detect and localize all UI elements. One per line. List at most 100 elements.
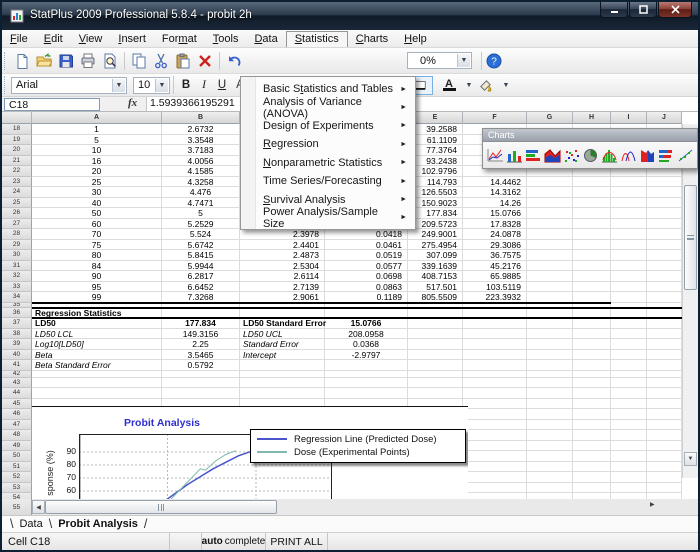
cell[interactable] — [463, 371, 527, 378]
delete-button[interactable] — [194, 51, 216, 71]
cell[interactable] — [463, 339, 527, 350]
cell[interactable] — [647, 441, 682, 452]
cell[interactable] — [573, 261, 611, 272]
sheet-tab-data[interactable]: Data — [15, 518, 46, 530]
cell[interactable]: 39.2588 — [408, 124, 463, 135]
row-header[interactable]: 26 — [2, 208, 32, 219]
cell[interactable] — [325, 388, 408, 399]
cell[interactable]: 10 — [32, 145, 162, 156]
cell[interactable]: 5.9944 — [162, 261, 240, 272]
bar-chart-icon[interactable] — [524, 147, 543, 164]
cell[interactable] — [611, 229, 647, 240]
cell[interactable] — [527, 271, 573, 282]
menu-insert[interactable]: Insert — [110, 32, 154, 46]
cell[interactable] — [32, 371, 162, 378]
scroll-right-arrow[interactable]: ▶ — [650, 501, 655, 508]
cell[interactable] — [240, 371, 325, 378]
menu-item-analysis-of-variance-anova-[interactable]: Analysis of Variance (ANOVA)► — [241, 98, 415, 116]
menu-item-time-series-forecasting[interactable]: Time Series/Forecasting► — [241, 172, 415, 190]
autocomplete-toggle[interactable]: autocomplete — [202, 533, 266, 550]
cell[interactable] — [611, 187, 647, 198]
new-button[interactable] — [11, 51, 33, 71]
cell[interactable] — [527, 360, 573, 371]
cell[interactable] — [611, 360, 647, 371]
row-header[interactable]: 45 — [2, 399, 32, 410]
cell[interactable] — [325, 360, 408, 371]
cell[interactable] — [408, 371, 463, 378]
cell[interactable]: 177.834 — [408, 208, 463, 219]
cell[interactable]: 2.4401 — [240, 240, 325, 251]
row-header[interactable]: 51 — [2, 462, 32, 473]
select-all-corner[interactable] — [2, 112, 32, 124]
cell[interactable] — [611, 240, 647, 251]
cell[interactable] — [647, 371, 682, 378]
scroll-left-arrow[interactable]: ◀ — [32, 500, 45, 514]
cell[interactable]: 50 — [32, 208, 162, 219]
cell[interactable] — [573, 229, 611, 240]
scatter-line-chart-icon[interactable] — [676, 147, 695, 164]
print-mode-toggle[interactable]: PRINT ALL — [266, 533, 328, 550]
cell[interactable]: 36.7575 — [463, 250, 527, 261]
cell[interactable] — [527, 388, 573, 399]
cell[interactable]: 126.5503 — [408, 187, 463, 198]
cell[interactable] — [573, 409, 611, 420]
cell[interactable] — [527, 229, 573, 240]
row-header[interactable]: 20 — [2, 145, 32, 156]
cell[interactable] — [647, 472, 682, 483]
italic-button[interactable]: I — [195, 76, 213, 95]
cell[interactable] — [573, 208, 611, 219]
cell[interactable] — [573, 219, 611, 230]
cell[interactable] — [527, 282, 573, 293]
cell[interactable] — [573, 420, 611, 431]
cell[interactable]: 30 — [32, 187, 162, 198]
menu-edit[interactable]: Edit — [36, 32, 71, 46]
cell[interactable]: 65.9885 — [463, 271, 527, 282]
menu-charts[interactable]: Charts — [348, 32, 396, 46]
cell[interactable]: 339.1639 — [408, 261, 463, 272]
filled-area-chart-icon[interactable] — [638, 147, 657, 164]
cell[interactable] — [408, 388, 463, 399]
cell[interactable]: 60 — [32, 219, 162, 230]
cell[interactable] — [611, 399, 647, 410]
cell[interactable] — [527, 378, 573, 389]
vertical-scrollbar[interactable]: ▼ — [682, 124, 698, 478]
curve-chart-icon[interactable] — [619, 147, 638, 164]
cell[interactable]: 0.0368 — [325, 339, 408, 350]
cell[interactable]: LD50 UCL — [240, 329, 325, 340]
cell[interactable] — [463, 399, 527, 410]
cell[interactable] — [527, 483, 573, 494]
cell[interactable] — [463, 483, 527, 494]
cell[interactable]: 1 — [32, 124, 162, 135]
row-header[interactable]: 23 — [2, 177, 32, 188]
cell[interactable] — [611, 318, 647, 329]
cell[interactable] — [240, 378, 325, 389]
cell[interactable]: 45.2176 — [463, 261, 527, 272]
column-header-G[interactable]: G — [527, 112, 573, 124]
cell[interactable] — [162, 371, 240, 378]
row-header[interactable]: 32 — [2, 271, 32, 282]
cell[interactable]: 75 — [32, 240, 162, 251]
row-header[interactable]: 25 — [2, 198, 32, 209]
cell[interactable] — [32, 378, 162, 389]
cell[interactable]: -2.9797 — [325, 350, 408, 361]
cell[interactable]: 4.1585 — [162, 166, 240, 177]
cell[interactable] — [647, 483, 682, 494]
cell[interactable] — [611, 329, 647, 340]
cell[interactable]: 2.6114 — [240, 271, 325, 282]
cell[interactable]: 2.4873 — [240, 250, 325, 261]
row-header[interactable]: 44 — [2, 388, 32, 399]
column-header-H[interactable]: H — [573, 112, 611, 124]
cell[interactable] — [527, 472, 573, 483]
font-size-select[interactable]: 10 ▼ — [133, 77, 170, 94]
histogram-chart-icon[interactable] — [600, 147, 619, 164]
bold-button[interactable]: B — [177, 76, 195, 95]
cell[interactable]: 0.0461 — [325, 240, 408, 251]
cell[interactable] — [573, 371, 611, 378]
row-header[interactable]: 18 — [2, 124, 32, 135]
cell[interactable] — [647, 250, 682, 261]
scroll-down-arrow[interactable]: ▼ — [684, 452, 697, 466]
cell[interactable]: 0.0863 — [325, 282, 408, 293]
row-header[interactable]: 38 — [2, 329, 32, 340]
font-color-button[interactable]: A — [439, 76, 459, 95]
cell[interactable] — [573, 318, 611, 329]
